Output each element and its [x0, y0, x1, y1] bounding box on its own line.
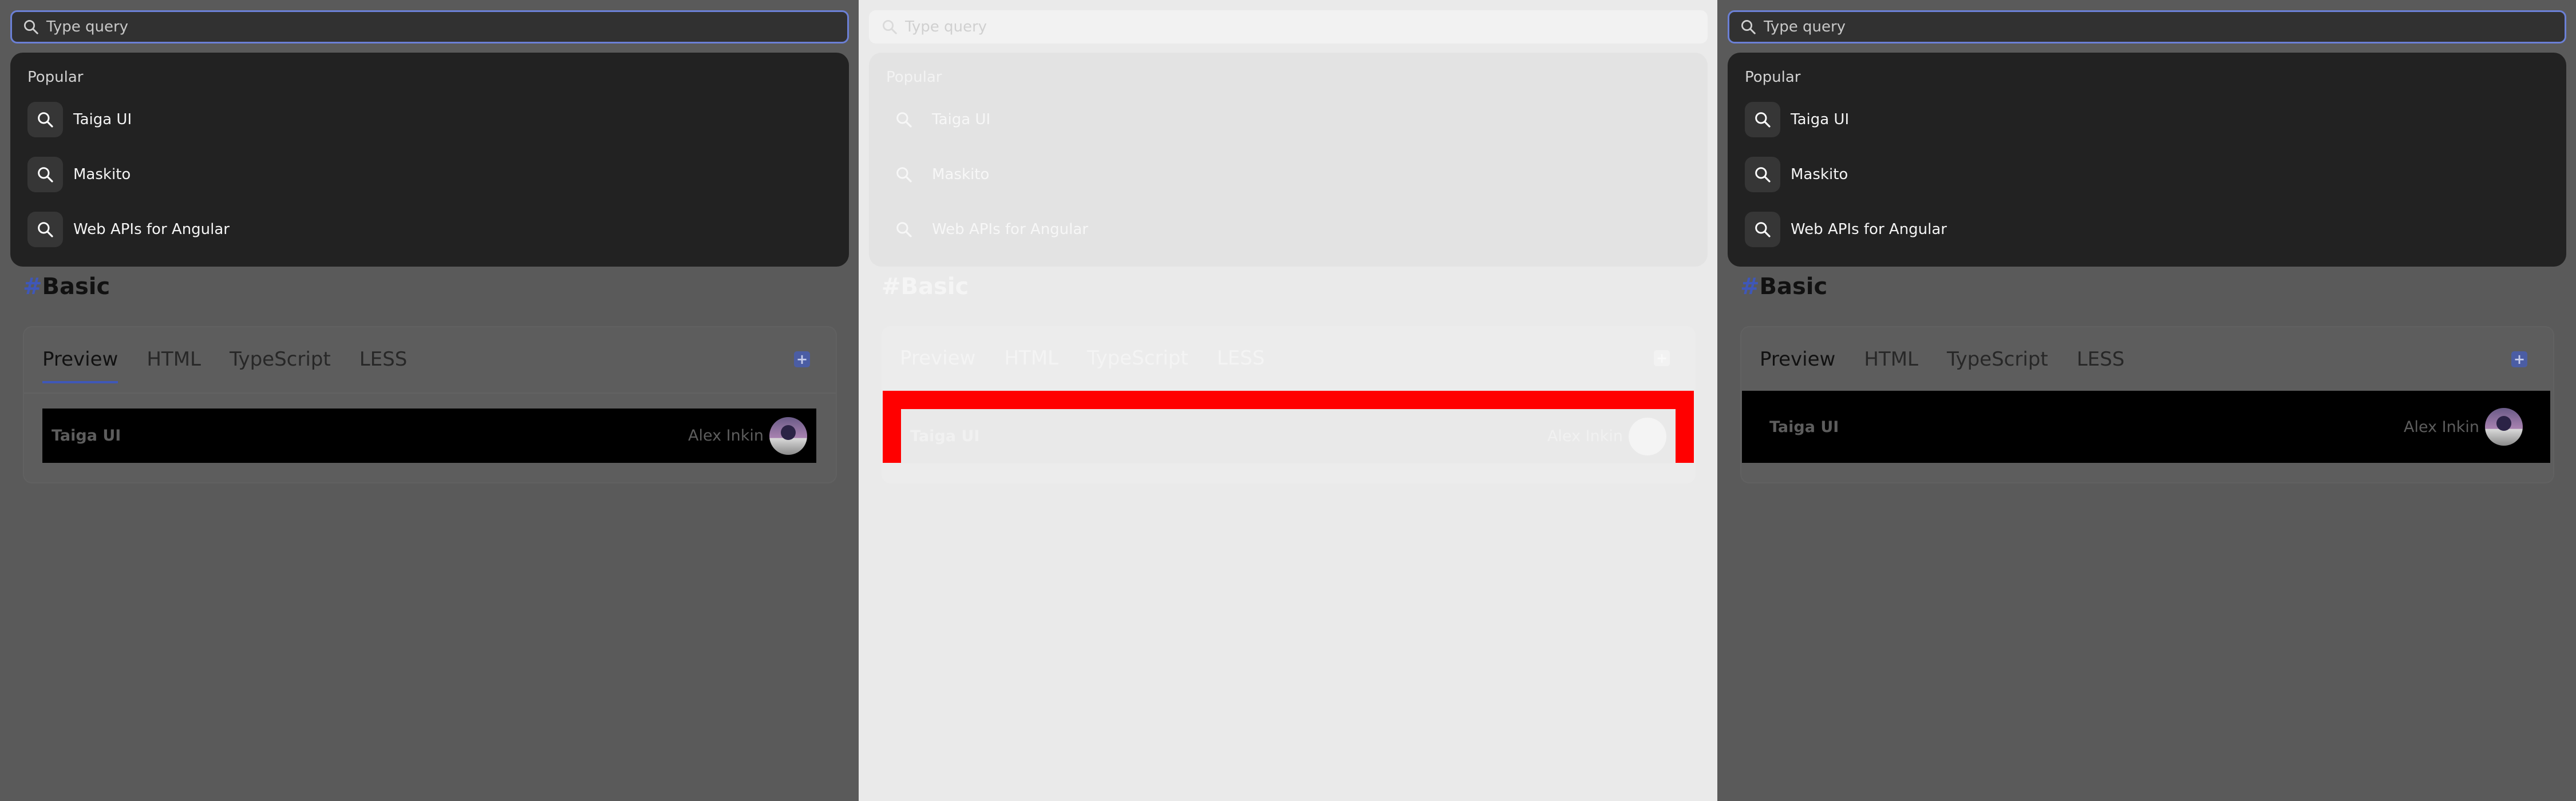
search-dropdown: Popular Taiga UI Maskito Web APIs for An…: [10, 53, 849, 267]
anchor-link[interactable]: #: [882, 273, 901, 300]
dropdown-item-label: Web APIs for Angular: [73, 221, 230, 238]
search-icon: [886, 102, 922, 137]
dropdown-item-label: Maskito: [73, 166, 131, 183]
search-dropdown: Popular Taiga UI Maskito Web APIs for An…: [1728, 53, 2566, 267]
avatar[interactable]: [2485, 408, 2523, 446]
dropdown-item[interactable]: Maskito: [886, 156, 1688, 193]
dropdown-item[interactable]: Taiga UI: [886, 101, 1688, 138]
tab-preview[interactable]: Preview: [1760, 348, 1836, 394]
search-placeholder: Type query: [1764, 18, 1846, 35]
preview-header: Taiga UI Alex Inkin: [901, 409, 1676, 463]
dropdown-item[interactable]: Web APIs for Angular: [27, 211, 829, 248]
dropdown-item-label: Web APIs for Angular: [932, 221, 1088, 238]
search-input[interactable]: Type query: [10, 10, 849, 43]
search-icon: [1739, 17, 1758, 37]
section-title: Basic: [1759, 273, 1828, 300]
avatar[interactable]: [769, 417, 807, 455]
divider: [24, 392, 836, 394]
expand-icon[interactable]: +: [1654, 350, 1670, 366]
tab-bar: Preview HTML TypeScript LESS: [900, 347, 1265, 381]
search-icon: [1745, 212, 1780, 247]
dropdown-item-label: Taiga UI: [73, 111, 132, 128]
tab-html[interactable]: HTML: [1864, 348, 1918, 382]
tab-bar: Preview HTML TypeScript LESS: [42, 348, 408, 383]
expand-icon[interactable]: +: [794, 351, 810, 367]
dropdown-item-label: Maskito: [1791, 166, 1848, 183]
tab-typescript[interactable]: TypeScript: [1947, 348, 2048, 382]
tab-less[interactable]: LESS: [2077, 348, 2125, 382]
avatar[interactable]: [1629, 417, 1666, 455]
section-heading: #Basic: [1740, 273, 1827, 300]
user-name: Alex Inkin: [688, 427, 764, 445]
dropdown-item[interactable]: Taiga UI: [1745, 101, 2546, 138]
user-name: Alex Inkin: [1547, 427, 1623, 445]
dropdown-item-label: Taiga UI: [1791, 111, 1850, 128]
tab-typescript[interactable]: TypeScript: [230, 348, 331, 382]
brand-label: Taiga UI: [910, 427, 980, 445]
search-placeholder: Type query: [46, 18, 129, 35]
search-icon: [886, 157, 922, 192]
search-icon: [21, 17, 41, 37]
dropdown-item[interactable]: Taiga UI: [27, 101, 829, 138]
brand-label: Taiga UI: [52, 427, 121, 445]
tab-bar: Preview HTML TypeScript LESS: [1760, 348, 2125, 394]
search-input[interactable]: Type query: [1728, 10, 2566, 43]
tab-typescript[interactable]: TypeScript: [1087, 347, 1188, 381]
search-dropdown: Popular Taiga UI Maskito Web APIs for An…: [869, 53, 1708, 267]
anchor-link[interactable]: #: [1740, 273, 1760, 300]
preview-header: Taiga UI Alex Inkin: [1742, 391, 2550, 463]
tab-less[interactable]: LESS: [359, 348, 408, 382]
search-icon: [27, 157, 63, 192]
search-icon: [1745, 157, 1780, 192]
section-heading: #Basic: [23, 273, 110, 300]
search-icon: [1745, 102, 1780, 137]
dropdown-item-label: Taiga UI: [932, 111, 991, 128]
search-icon: [886, 212, 922, 247]
dropdown-item[interactable]: Maskito: [27, 156, 829, 193]
section-title: Basic: [900, 273, 969, 300]
tab-html[interactable]: HTML: [147, 348, 201, 382]
search-placeholder: Type query: [905, 18, 987, 35]
search-input[interactable]: Type query: [869, 10, 1708, 43]
search-icon: [880, 17, 899, 37]
section-title: Basic: [42, 273, 110, 300]
tab-less[interactable]: LESS: [1217, 347, 1265, 381]
anchor-link[interactable]: #: [23, 273, 42, 300]
tab-preview[interactable]: Preview: [42, 348, 118, 383]
dropdown-item-label: Maskito: [932, 166, 990, 183]
dropdown-item[interactable]: Web APIs for Angular: [886, 211, 1688, 248]
preview-header: Taiga UI Alex Inkin: [42, 409, 816, 463]
dropdown-title: Popular: [27, 69, 84, 86]
dropdown-title: Popular: [1745, 69, 1801, 86]
tab-preview[interactable]: Preview: [900, 347, 975, 381]
dropdown-item-label: Web APIs for Angular: [1791, 221, 1947, 238]
section-heading: #Basic: [882, 273, 969, 300]
dropdown-item[interactable]: Web APIs for Angular: [1745, 211, 2546, 248]
expand-icon[interactable]: +: [2511, 351, 2527, 367]
user-name: Alex Inkin: [2404, 418, 2479, 436]
panel-left: Type query Popular Taiga UI Maskito Web …: [0, 0, 859, 801]
brand-label: Taiga UI: [1769, 418, 1839, 436]
dropdown-item[interactable]: Maskito: [1745, 156, 2546, 193]
search-icon: [27, 212, 63, 247]
tab-html[interactable]: HTML: [1004, 347, 1058, 381]
dropdown-title: Popular: [886, 69, 942, 86]
search-icon: [27, 102, 63, 137]
